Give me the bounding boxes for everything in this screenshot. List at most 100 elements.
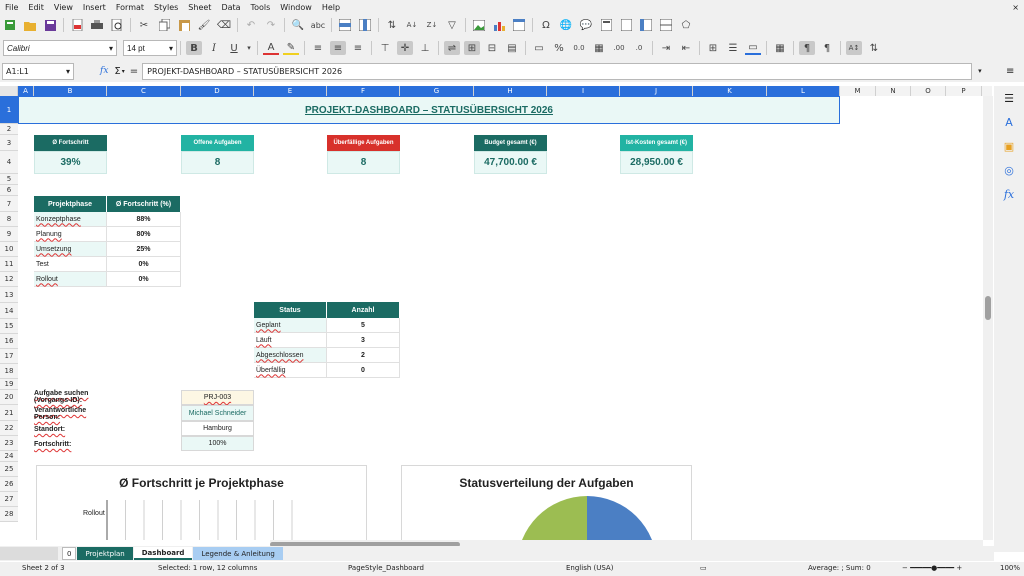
row-icon[interactable] <box>337 18 353 32</box>
status-name-cell[interactable]: Überfällig <box>254 363 327 378</box>
split-window-icon[interactable] <box>658 18 674 32</box>
menu-insert[interactable]: Insert <box>78 3 111 12</box>
vertical-scroll-thumb[interactable] <box>985 296 991 320</box>
font-name-combo[interactable]: Calibri ▾ <box>3 40 117 56</box>
bold-icon[interactable]: B <box>186 41 202 55</box>
menu-styles[interactable]: Styles <box>149 3 183 12</box>
right-to-left-icon[interactable]: ¶ <box>819 41 835 55</box>
export-pdf-icon[interactable] <box>69 18 85 32</box>
insert-chart-icon[interactable] <box>491 18 507 32</box>
pie-slice-green[interactable] <box>517 496 587 540</box>
sidebar-menu-icon[interactable]: ≡ <box>1006 66 1014 77</box>
copy-icon[interactable] <box>156 18 172 32</box>
function-wizard-icon[interactable]: fx <box>100 66 108 76</box>
menu-window[interactable]: Window <box>275 3 317 12</box>
row-header[interactable]: 5 <box>0 174 18 185</box>
column-header[interactable]: N <box>876 86 911 96</box>
column-header[interactable]: B <box>34 86 107 96</box>
paste-icon[interactable] <box>176 18 192 32</box>
headers-footers-icon[interactable] <box>598 18 614 32</box>
align-middle-icon[interactable]: ✛ <box>397 41 413 55</box>
row-header[interactable]: 3 <box>0 135 18 151</box>
column-header[interactable]: K <box>693 86 767 96</box>
column-header[interactable]: L <box>767 86 840 96</box>
column-header[interactable]: E <box>254 86 327 96</box>
phase-name-cell[interactable]: Test <box>34 257 107 272</box>
column-header[interactable]: F <box>327 86 400 96</box>
row-header[interactable]: 1 <box>0 96 18 124</box>
menu-edit[interactable]: Edit <box>23 3 49 12</box>
add-decimal-icon[interactable]: .00 <box>611 41 627 55</box>
selection-mode-icon[interactable]: ▭ <box>700 564 707 572</box>
column-header[interactable]: O <box>911 86 946 96</box>
row-header[interactable]: 17 <box>0 349 18 364</box>
row-header[interactable]: 24 <box>0 451 18 462</box>
align-left-icon[interactable]: ≡ <box>310 41 326 55</box>
currency-format-icon[interactable]: ▭ <box>531 41 547 55</box>
special-character-icon[interactable]: Ω <box>538 18 554 32</box>
menu-data[interactable]: Data <box>216 3 245 12</box>
row-header[interactable]: 9 <box>0 227 18 242</box>
menu-file[interactable]: File <box>0 3 23 12</box>
open-folder-icon[interactable] <box>22 18 38 32</box>
define-print-area-icon[interactable] <box>618 18 634 32</box>
sort-icon[interactable]: ⇅ <box>384 18 400 32</box>
select-all-corner[interactable] <box>0 86 18 96</box>
clone-formatting-icon[interactable]: 🖌 <box>196 18 212 32</box>
save-icon[interactable] <box>42 18 58 32</box>
chevron-down-icon[interactable]: ▾ <box>109 44 113 53</box>
row-header[interactable]: 4 <box>0 151 18 174</box>
align-center-icon[interactable]: ≡ <box>330 41 346 55</box>
phase-value-cell[interactable]: 25% <box>107 242 181 257</box>
undo-icon[interactable]: ↶ <box>243 18 259 32</box>
row-header[interactable]: 2 <box>0 124 18 135</box>
underline-icon[interactable]: U <box>226 41 242 55</box>
name-box[interactable]: A1:L1 ▾ <box>2 62 74 80</box>
decrease-indent-icon[interactable]: ⇤ <box>678 41 694 55</box>
row-header[interactable]: 26 <box>0 477 18 492</box>
column-header[interactable]: A <box>18 86 34 96</box>
row-header[interactable]: 10 <box>0 242 18 257</box>
date-format-icon[interactable]: ▦ <box>591 41 607 55</box>
close-document-icon[interactable]: × <box>1007 3 1024 12</box>
left-to-right-icon[interactable]: ¶ <box>799 41 815 55</box>
row-header[interactable]: 27 <box>0 492 18 507</box>
column-header[interactable]: J <box>620 86 693 96</box>
column-header[interactable]: M <box>840 86 876 96</box>
column-header[interactable]: C <box>107 86 181 96</box>
phase-value-cell[interactable]: 88% <box>107 212 181 227</box>
status-count-cell[interactable]: 0 <box>327 363 400 378</box>
pie-slice-blue[interactable] <box>587 496 657 540</box>
font-color-icon[interactable]: A <box>263 41 279 55</box>
align-top-icon[interactable]: ⊤ <box>377 41 393 55</box>
print-preview-icon[interactable] <box>109 18 125 32</box>
styles-icon[interactable]: A <box>1001 114 1017 130</box>
column-header[interactable]: I <box>547 86 620 96</box>
hyperlink-icon[interactable]: 🌐 <box>558 18 574 32</box>
freeze-rows-columns-icon[interactable] <box>638 18 654 32</box>
dashboard-title[interactable]: PROJEKT-DASHBOARD – STATUSÜBERSICHT 2026 <box>18 96 840 124</box>
bar-chart-progress-by-phase[interactable]: Ø Fortschritt je Projektphase Rollout <box>36 465 367 540</box>
tab-legende-anleitung[interactable]: Legende & Anleitung <box>193 547 283 560</box>
clear-formatting-icon[interactable]: ⌫ <box>216 18 232 32</box>
tab-dashboard[interactable]: Dashboard <box>133 547 193 560</box>
gallery-icon[interactable]: ▣ <box>1001 138 1017 154</box>
spelling-icon[interactable]: abc <box>310 18 326 32</box>
insert-image-icon[interactable] <box>471 18 487 32</box>
navigator-icon[interactable]: ◎ <box>1001 162 1017 178</box>
find-replace-icon[interactable]: 🔍 <box>290 18 306 32</box>
spreadsheet-grid[interactable]: A B C D E F G H I J K L M N O P 1 2 3 4 … <box>0 86 992 540</box>
status-count-cell[interactable]: 3 <box>327 333 400 348</box>
row-header[interactable]: 19 <box>0 379 18 390</box>
status-name-cell[interactable]: Abgeschlossen <box>254 348 327 363</box>
conditional-format-icon[interactable]: ▦ <box>772 41 788 55</box>
menu-help[interactable]: Help <box>317 3 345 12</box>
functions-icon[interactable]: fx <box>1001 186 1017 202</box>
phase-name-cell[interactable]: Rollout <box>34 272 107 287</box>
redo-icon[interactable]: ↷ <box>263 18 279 32</box>
row-header[interactable]: 23 <box>0 436 18 451</box>
new-document-icon[interactable] <box>2 18 18 32</box>
border-style-icon[interactable]: ☰ <box>725 41 741 55</box>
formula-input[interactable]: PROJEKT-DASHBOARD – STATUSÜBERSICHT 2026 <box>142 62 973 80</box>
sort-ascending-icon[interactable]: A↓ <box>404 18 420 32</box>
